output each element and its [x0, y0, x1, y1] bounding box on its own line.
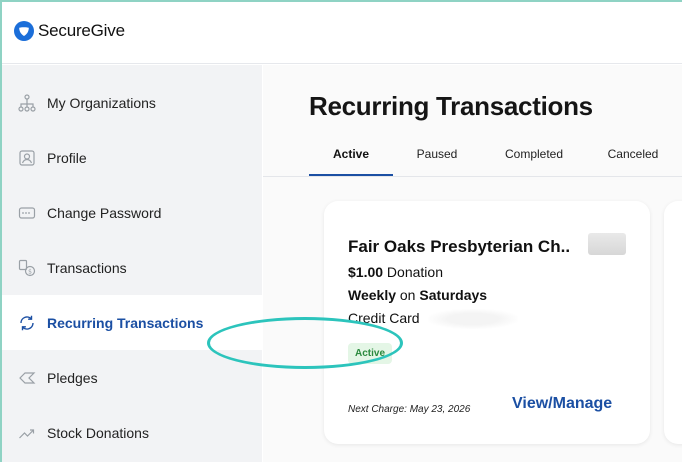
sidebar: My Organizations Profile Change Password…	[2, 65, 262, 462]
tab-completed[interactable]: Completed	[491, 145, 577, 177]
transactions-icon: $	[16, 257, 38, 279]
sidebar-item-label: Recurring Transactions	[47, 314, 204, 331]
person-icon	[16, 147, 38, 169]
top-bar: SecureGive	[2, 2, 682, 64]
amount-suffix: Donation	[383, 264, 443, 280]
recurring-transaction-card: Fair Oaks Presbyterian Ch.. $1.00 Donati…	[324, 201, 650, 444]
brand-logo[interactable]: SecureGive	[14, 21, 125, 41]
redacted-card-number	[428, 309, 518, 329]
donation-frequency: Weekly on Saturdays	[348, 287, 487, 303]
sidebar-item-my-organizations[interactable]: My Organizations	[2, 75, 262, 130]
sidebar-item-label: My Organizations	[47, 94, 156, 111]
sidebar-item-profile[interactable]: Profile	[2, 130, 262, 185]
sidebar-item-stock-donations[interactable]: Stock Donations	[2, 405, 262, 460]
sidebar-item-label: Transactions	[47, 259, 127, 276]
tab-paused[interactable]: Paused	[401, 145, 473, 177]
pledge-icon	[16, 367, 38, 389]
tabs-divider	[263, 176, 682, 177]
status-tabs: Active Paused Completed Canceled	[309, 145, 682, 177]
next-transaction-card	[664, 201, 682, 444]
password-icon	[16, 202, 38, 224]
page-title: Recurring Transactions	[309, 91, 593, 121]
frequency-mid: on	[396, 287, 420, 303]
donation-amount: $1.00 Donation	[348, 264, 443, 280]
organization-name: Fair Oaks Presbyterian Ch..	[348, 237, 571, 256]
sidebar-item-transactions[interactable]: $ Transactions	[2, 240, 262, 295]
sidebar-item-label: Change Password	[47, 204, 162, 221]
brand-name: SecureGive	[38, 21, 125, 40]
sidebar-item-label: Stock Donations	[47, 424, 149, 441]
next-charge-date: Next Charge: May 23, 2026	[348, 404, 471, 415]
svg-text:$: $	[28, 268, 32, 275]
tab-canceled[interactable]: Canceled	[593, 145, 673, 177]
sidebar-item-change-password[interactable]: Change Password	[2, 185, 262, 240]
tab-active[interactable]: Active	[309, 145, 393, 177]
organization-tree-icon	[16, 92, 38, 114]
securegive-logo-icon	[14, 21, 34, 41]
sidebar-item-label: Profile	[47, 149, 87, 166]
recurring-icon	[16, 312, 38, 334]
redacted-block	[588, 233, 626, 255]
main-content: Recurring Transactions Active Paused Com…	[263, 65, 682, 462]
sidebar-item-pledges[interactable]: Pledges	[2, 350, 262, 405]
amount-value: $1.00	[348, 264, 384, 280]
view-manage-link[interactable]: View/Manage	[512, 395, 612, 413]
chart-trend-icon	[16, 422, 38, 444]
highlight-annotation	[207, 317, 403, 369]
sidebar-item-label: Pledges	[47, 369, 98, 386]
frequency-value: Weekly	[348, 287, 396, 303]
frequency-day: Saturdays	[419, 287, 488, 303]
